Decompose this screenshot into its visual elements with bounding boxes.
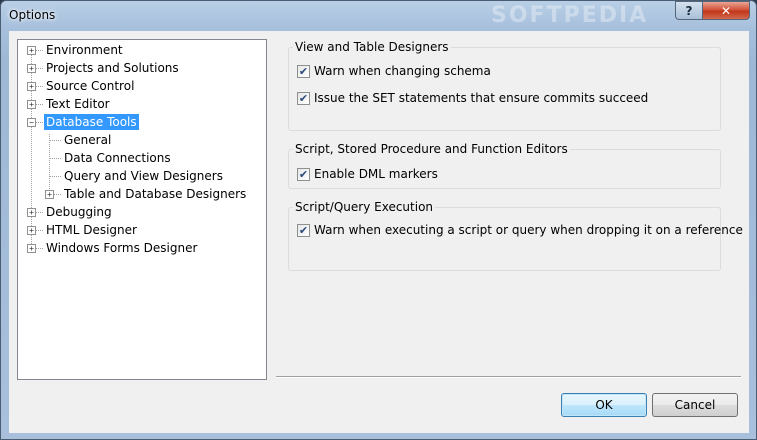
tree-branch <box>49 140 61 141</box>
group-title: View and Table Designers <box>293 40 451 54</box>
tree-item-environment[interactable]: Environment <box>44 42 125 58</box>
group-title: Script/Query Execution <box>293 200 436 214</box>
tree-branch <box>49 176 61 177</box>
option-issue-set-statements[interactable]: ✔ Issue the SET statements that ensure c… <box>297 91 648 105</box>
expand-icon[interactable]: + <box>27 244 36 253</box>
expand-icon[interactable]: + <box>27 64 36 73</box>
option-enable-dml-markers[interactable]: ✔ Enable DML markers <box>297 167 438 181</box>
watermark: SOFTPEDIA <box>491 3 649 28</box>
tree-item-source-control[interactable]: Source Control <box>44 78 136 94</box>
option-label: Warn when executing a script or query wh… <box>314 223 743 237</box>
help-button[interactable]: ? <box>675 1 703 20</box>
tree-item-database-tools[interactable]: Database Tools <box>44 114 139 130</box>
help-icon: ? <box>685 3 693 18</box>
separator <box>276 376 741 378</box>
tree-item-general[interactable]: General <box>62 132 113 148</box>
option-label: Issue the SET statements that ensure com… <box>314 91 649 105</box>
expand-icon[interactable]: + <box>27 226 36 235</box>
tree-item-query-and-view-designers[interactable]: Query and View Designers <box>62 168 225 184</box>
tree-item-debugging[interactable]: Debugging <box>44 204 114 220</box>
option-label: Enable DML markers <box>314 167 438 181</box>
cancel-button[interactable]: Cancel <box>652 393 738 417</box>
options-dialog: Options SOFTPEDIA ? ✕ + Environment + Pr… <box>0 0 757 440</box>
close-button[interactable]: ✕ <box>702 1 750 20</box>
expand-icon[interactable]: + <box>27 100 36 109</box>
expand-icon[interactable]: + <box>27 208 36 217</box>
tree-item-html-designer[interactable]: HTML Designer <box>44 222 139 238</box>
group-title: Script, Stored Procedure and Function Ed… <box>293 142 570 156</box>
collapse-icon[interactable]: − <box>27 118 36 127</box>
close-icon: ✕ <box>720 3 732 18</box>
expand-icon[interactable]: + <box>27 82 36 91</box>
tree-item-data-connections[interactable]: Data Connections <box>62 150 173 166</box>
options-tree[interactable]: + Environment + Projects and Solutions +… <box>17 39 267 380</box>
window-title: Options <box>9 8 56 22</box>
dialog-body: + Environment + Projects and Solutions +… <box>9 31 749 433</box>
title-bar[interactable]: Options SOFTPEDIA ? ✕ <box>1 1 756 31</box>
ok-button[interactable]: OK <box>561 393 647 417</box>
option-warn-changing-schema[interactable]: ✔ Warn when changing schema <box>297 64 491 78</box>
option-warn-executing-script[interactable]: ✔ Warn when executing a script or query … <box>297 223 743 237</box>
checkbox-checked-icon[interactable]: ✔ <box>297 167 310 181</box>
checkbox-checked-icon[interactable]: ✔ <box>297 223 310 237</box>
option-label: Warn when changing schema <box>314 64 491 78</box>
tree-item-table-and-database-designers[interactable]: Table and Database Designers <box>62 186 248 202</box>
tree-item-windows-forms-designer[interactable]: Windows Forms Designer <box>44 240 199 256</box>
checkbox-checked-icon[interactable]: ✔ <box>297 91 310 105</box>
tree-item-projects-and-solutions[interactable]: Projects and Solutions <box>44 60 181 76</box>
group-view-and-table-designers <box>288 47 721 131</box>
expand-icon[interactable]: + <box>45 190 54 199</box>
checkbox-checked-icon[interactable]: ✔ <box>297 64 310 78</box>
tree-child-line <box>49 134 50 197</box>
group-script-query-execution <box>288 207 721 271</box>
tree-branch <box>49 158 61 159</box>
expand-icon[interactable]: + <box>27 46 36 55</box>
tree-item-text-editor[interactable]: Text Editor <box>44 96 112 112</box>
